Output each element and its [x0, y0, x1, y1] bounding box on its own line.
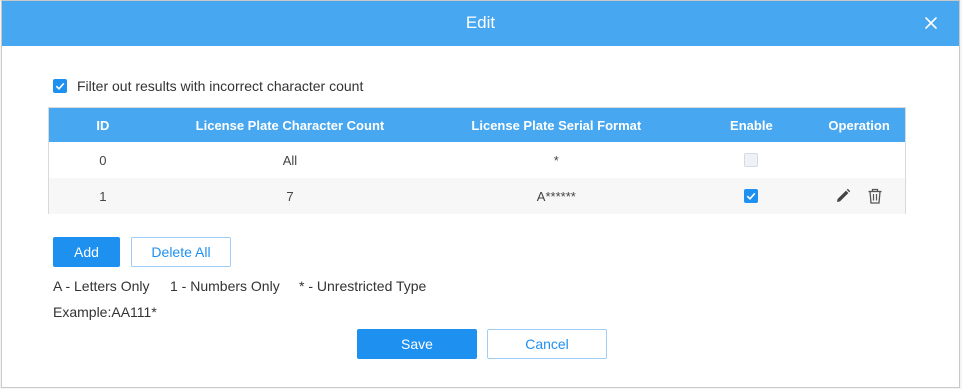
cell-id: 0	[99, 152, 107, 168]
cell-serial-format: *	[553, 152, 559, 168]
legend-numbers: 1 - Numbers Only	[170, 278, 280, 294]
close-icon[interactable]	[921, 13, 941, 33]
header-enable: Enable	[730, 117, 773, 133]
filter-row: Filter out results with incorrect charac…	[53, 78, 363, 94]
filter-label: Filter out results with incorrect charac…	[77, 78, 364, 94]
dialog-title: Edit	[465, 13, 496, 32]
enable-checkbox[interactable]	[744, 153, 759, 167]
header-character-count: License Plate Character Count	[195, 117, 385, 133]
cell-enable	[690, 153, 814, 167]
legend-example: Example:AA111*	[53, 304, 157, 320]
cell-serial-format: A******	[536, 188, 576, 204]
table-header: ID License Plate Character Count License…	[49, 108, 905, 142]
license-plate-table: ID License Plate Character Count License…	[48, 107, 906, 214]
legend-unrestricted: * - Unrestricted Type	[299, 278, 427, 294]
header-serial-format: License Plate Serial Format	[471, 117, 642, 133]
save-button[interactable]: Save	[357, 329, 477, 359]
delete-all-button[interactable]: Delete All	[131, 237, 231, 267]
cell-character-count: All	[282, 152, 298, 168]
add-button[interactable]: Add	[53, 237, 120, 267]
cell-character-count: 7	[286, 188, 294, 204]
delete-icon[interactable]	[865, 186, 885, 206]
edit-dialog: Edit Filter out results with incorrect c…	[1, 0, 960, 388]
cell-enable	[690, 189, 814, 203]
header-id: ID	[96, 117, 110, 133]
table-row: 1 7 A******	[49, 178, 905, 214]
enable-checkbox[interactable]	[744, 189, 759, 203]
cell-operation	[813, 186, 905, 206]
edit-icon[interactable]	[833, 186, 853, 206]
header-operation: Operation	[828, 117, 890, 133]
cell-id: 1	[99, 188, 107, 204]
cancel-button[interactable]: Cancel	[487, 329, 607, 359]
filter-checkbox[interactable]	[53, 79, 67, 93]
legend-letters: A - Letters Only	[53, 278, 150, 294]
dialog-title-bar: Edit	[2, 1, 959, 46]
table-row: 0 All *	[49, 142, 905, 178]
